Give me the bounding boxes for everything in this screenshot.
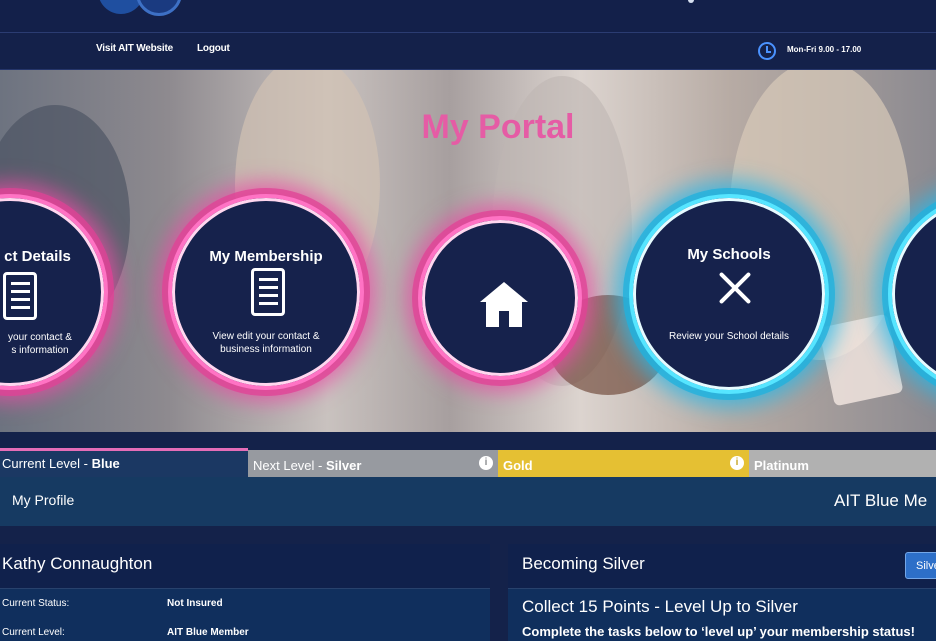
current-status-value: Not Insured <box>167 598 223 609</box>
opening-hours: Mon-Fri 9.00 - 17.00 <box>787 45 862 54</box>
member-name: Kathy Connaughton <box>2 554 153 573</box>
background-price-card <box>818 313 904 407</box>
brand-logo-right-circle <box>136 0 182 16</box>
current-level-tab[interactable]: Current Level - Blue <box>0 448 248 477</box>
home-card[interactable] <box>418 216 582 380</box>
becoming-silver-title: Becoming Silver <box>522 554 645 573</box>
my-membership-card[interactable]: My Membership View edit your contact & b… <box>168 194 364 390</box>
header-dot <box>688 0 694 3</box>
gold-level-tab[interactable]: Gold i <box>498 450 749 477</box>
membership-status-label: AIT Blue Me <box>834 491 928 510</box>
profile-strip: My Profile AIT Blue Me <box>0 477 936 526</box>
platinum-level-label: Platinum <box>754 458 809 473</box>
member-summary-header: Kathy Connaughton <box>0 544 490 589</box>
gold-level-label: Gold <box>503 458 533 473</box>
my-schools-title: My Schools <box>687 246 771 263</box>
gold-info-icon[interactable]: i <box>730 456 744 470</box>
collect-points-title: Collect 15 Points - Level Up to Silver <box>522 597 798 616</box>
membership-level-bar: Current Level - Blue Next Level - Silver… <box>0 448 936 477</box>
contact-details-title: ct Details <box>4 248 71 265</box>
house-door-icon <box>499 311 509 327</box>
current-level-value: AIT Blue Member <box>167 627 249 638</box>
my-membership-title: My Membership <box>209 248 323 265</box>
member-summary-panel: Kathy Connaughton Current Status: Not In… <box>0 544 490 641</box>
clock-icon <box>758 42 776 60</box>
current-status-label: Current Status: <box>2 598 70 609</box>
becoming-silver-header: Becoming Silver Silve <box>508 544 936 589</box>
top-header: Visit AIT Website Logout Mon-Fri 9.00 - … <box>0 0 936 70</box>
my-schools-description: Review your School details <box>668 331 790 342</box>
silver-button[interactable]: Silve <box>905 552 936 579</box>
next-level-value: Silver <box>325 458 362 473</box>
my-membership-description: View edit your contact & business inform… <box>212 331 320 355</box>
my-profile-label: My Profile <box>12 492 75 508</box>
page-title: My Portal <box>421 108 575 146</box>
current-level-label: Current Level - <box>2 456 92 471</box>
current-level-label: Current Level: <box>2 627 65 638</box>
contact-form-icon <box>3 272 37 320</box>
logo-strip <box>0 0 936 33</box>
silver-info-icon[interactable]: i <box>479 456 493 470</box>
portal-hero: My Portal ct Details your contact & s in… <box>0 70 936 432</box>
membership-card-icon <box>251 268 285 316</box>
visit-ait-website-link[interactable]: Visit AIT Website <box>96 43 173 54</box>
current-level-value: Blue <box>91 456 120 471</box>
contact-details-description: your contact & s information <box>8 332 72 356</box>
level-up-instructions: Complete the tasks below to ‘level up’ y… <box>522 624 915 639</box>
member-portal-page: Visit AIT Website Logout Mon-Fri 9.00 - … <box>0 0 936 641</box>
platinum-level-tab[interactable]: Platinum <box>749 450 936 477</box>
next-level-label: Next Level - <box>253 458 326 473</box>
logout-link[interactable]: Logout <box>197 43 230 54</box>
house-roof-icon <box>480 282 528 302</box>
my-schools-card[interactable]: My Schools Review your School details <box>629 194 829 394</box>
ruler-pencil-icon <box>714 267 756 309</box>
next-level-tab[interactable]: Next Level - Silver i <box>248 450 498 477</box>
becoming-silver-panel: Becoming Silver Silve Collect 15 Points … <box>508 544 936 641</box>
